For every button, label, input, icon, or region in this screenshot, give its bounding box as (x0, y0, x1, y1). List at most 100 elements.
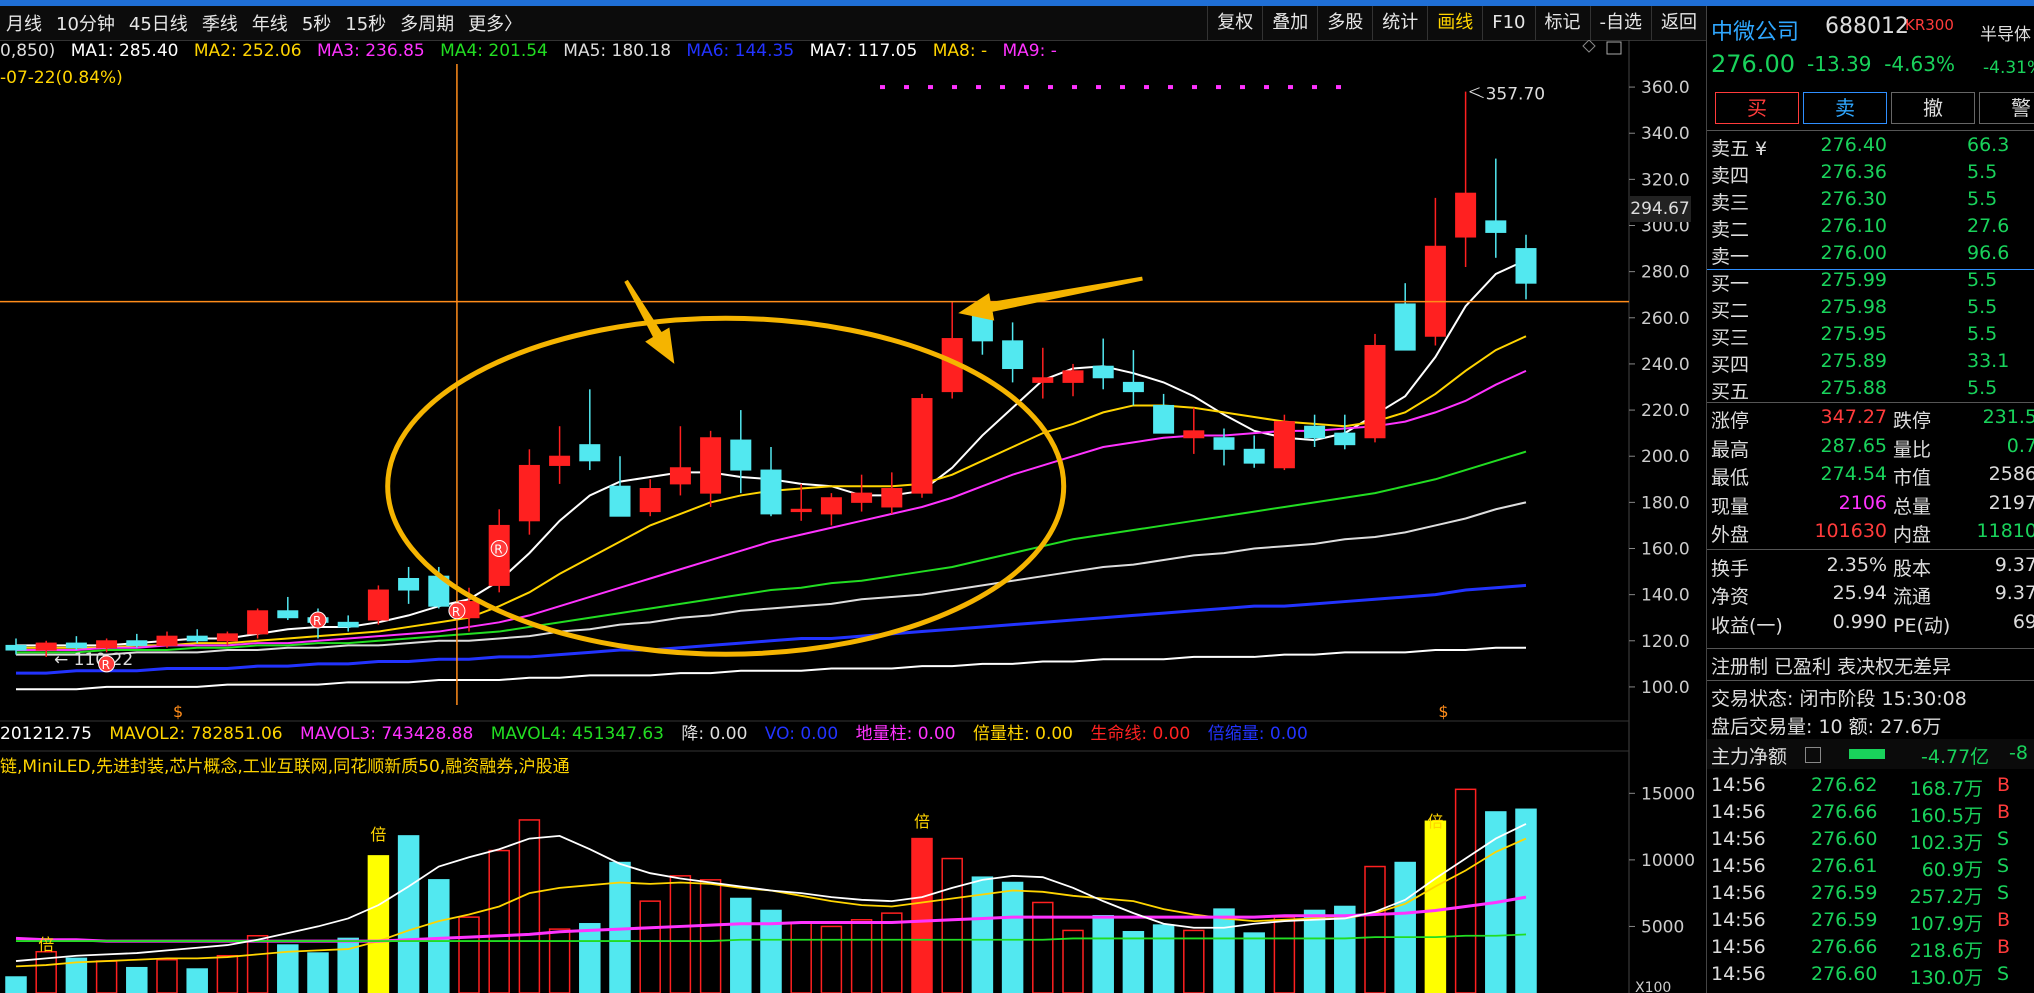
candle-body (126, 640, 148, 646)
volume-bar (850, 919, 873, 993)
stats-button[interactable]: 统计 (1372, 6, 1427, 40)
r-marker-label: R (313, 614, 321, 628)
ask-price: 276.10 (1820, 215, 1887, 237)
draw-line-button[interactable]: 画线 (1427, 6, 1482, 40)
tick-volume: 130.0万 (1909, 967, 1983, 989)
stat-value: 274.54 (1820, 463, 1887, 485)
cancel-order-button[interactable]: 撤 (1891, 92, 1975, 124)
candle-body (35, 642, 57, 651)
stat-label: 现量 (1711, 495, 1750, 518)
volume-bar (639, 900, 661, 993)
tick-list[interactable]: 14:56 276.62 168.7万 B 14:56 276.66 160.5万 B 14… (1707, 774, 2034, 990)
ma-dot (1000, 85, 1005, 90)
ask-label: 卖四 (1711, 165, 1750, 187)
ma-dot (1024, 85, 1029, 90)
bid-row: 买五 275.88 5.5 (1707, 377, 2034, 404)
price-tick-label: 140.0 (1641, 586, 1690, 606)
tick-time: 14:56 (1711, 774, 1766, 796)
quote-stats: 涨停 347.27 跌停 231.5 最高 287.65 量比 0.7 最低 274.54 市值… (1707, 406, 2034, 639)
tick-volume: 218.6万 (1909, 940, 1983, 962)
tab-multi-period[interactable]: 多周期 (400, 10, 454, 36)
r-marker-label: R (494, 543, 502, 557)
candle-body (1092, 365, 1114, 379)
candle-body (156, 635, 178, 646)
volume-bar (518, 819, 541, 993)
remove-watchlist-button[interactable]: -自选 (1589, 6, 1652, 40)
quote-panel: 中微公司 688012 KR300 半导体 276.00 -13.39 -4.6… (1706, 6, 2034, 993)
price-tick-label: 320.0 (1641, 170, 1690, 190)
bid-volume: 33.1 (1967, 350, 2010, 372)
change-value: -13.39 (1807, 52, 1872, 76)
tick-row: 14:56 276.59 257.2万 S (1707, 882, 2034, 909)
overlay-button[interactable]: 叠加 (1262, 6, 1317, 40)
ma-dot (1192, 85, 1197, 90)
volume-bar (699, 879, 722, 993)
back-button[interactable]: 返回 (1651, 6, 1706, 40)
tab-15sec[interactable]: 15秒 (345, 10, 386, 36)
volume-bar (488, 849, 510, 993)
mark-button[interactable]: 标记 (1534, 6, 1590, 40)
volume-bar (5, 976, 27, 993)
candle-body (1455, 192, 1477, 238)
stat-value: 287.65 (1820, 434, 1887, 457)
candle-body (700, 437, 722, 494)
sell-button[interactable]: 卖 (1803, 92, 1887, 124)
candle-body (518, 464, 540, 522)
tick-volume: 160.5万 (1909, 805, 1983, 827)
vol-label: 201212.75 (0, 724, 92, 744)
volume-bar (458, 916, 480, 993)
concept-tags[interactable]: 链,MiniLED,先进封装,芯片概念,工业互联网,同花顺新质50,融资融券,沪… (0, 752, 570, 777)
volume-bar (1213, 908, 1235, 993)
stock-name[interactable]: 中微公司 (1711, 14, 1799, 46)
tab-more[interactable]: 更多〉 (468, 10, 522, 36)
tick-time: 14:56 (1711, 963, 1766, 985)
candle-body (65, 642, 87, 649)
ma-dot (1144, 85, 1149, 90)
divider (1707, 648, 2034, 649)
buy-button[interactable]: 买 (1715, 92, 1799, 124)
main-flow-row[interactable]: 主力净额 -4.77亿 -8 (1707, 739, 2034, 769)
tab-quarterly[interactable]: 季线 (202, 10, 238, 36)
stat-label: 流通 (1893, 586, 1932, 608)
tab-45day[interactable]: 45日线 (129, 10, 188, 36)
annotations: 357.70← 110.22RRRR$ $倍倍 倍倍 (0, 64, 1629, 954)
list-icon[interactable] (1805, 747, 1821, 763)
sector-name[interactable]: 半导体 (1980, 20, 2031, 45)
high-arrow (1469, 87, 1484, 99)
stat-row: 换手 2.35% 股本 9.37 (1707, 554, 2034, 583)
tab-yearly[interactable]: 年线 (252, 10, 288, 36)
bid-volume: 5.5 (1967, 377, 1998, 399)
vol-tick-label: 5000 (1641, 917, 1684, 937)
tick-price: 276.66 (1811, 801, 1878, 823)
ma-dot (880, 85, 885, 90)
volume-bar (730, 897, 752, 993)
tab-monthly[interactable]: 月线 (6, 10, 42, 36)
kline-chart[interactable]: 357.70← 110.22RRRR$ $倍倍 倍倍 360.0340.0320.0… (0, 40, 1706, 993)
tab-10min[interactable]: 10分钟 (56, 10, 115, 36)
ask-volume: 5.5 (1967, 188, 1998, 210)
ma-dot (1312, 85, 1317, 90)
bid-volume: 5.5 (1967, 296, 1998, 318)
bei-marker: 倍 (914, 812, 930, 831)
candle-body (609, 485, 631, 517)
bei-marker: 倍 (38, 935, 54, 954)
bid-row: 买二 275.98 5.5 (1707, 296, 2034, 323)
bid-row: 买四 275.89 33.1 (1707, 350, 2034, 377)
volume-bar (579, 923, 601, 993)
r-marker-label: R (452, 605, 460, 619)
stat-value: 25.94 (1832, 582, 1887, 604)
tick-side: B (1997, 909, 2011, 931)
multi-stock-button[interactable]: 多股 (1317, 6, 1372, 40)
divider (1707, 402, 2034, 403)
quote-header: 中微公司 688012 KR300 半导体 (1707, 6, 2034, 50)
alert-button[interactable]: 警 (1979, 92, 2034, 124)
trade-buttons: 买 卖 撤 警 (1715, 92, 2034, 124)
change-pct: -4.63% (1884, 52, 1955, 76)
f10-button[interactable]: F10 (1482, 6, 1534, 40)
tab-5sec[interactable]: 5秒 (302, 10, 331, 36)
candle-body (247, 610, 269, 635)
tick-row: 14:56 276.62 168.7万 B (1707, 774, 2034, 801)
candle-body (1243, 448, 1265, 464)
tick-time: 14:56 (1711, 909, 1766, 931)
adjust-button[interactable]: 复权 (1207, 6, 1262, 40)
